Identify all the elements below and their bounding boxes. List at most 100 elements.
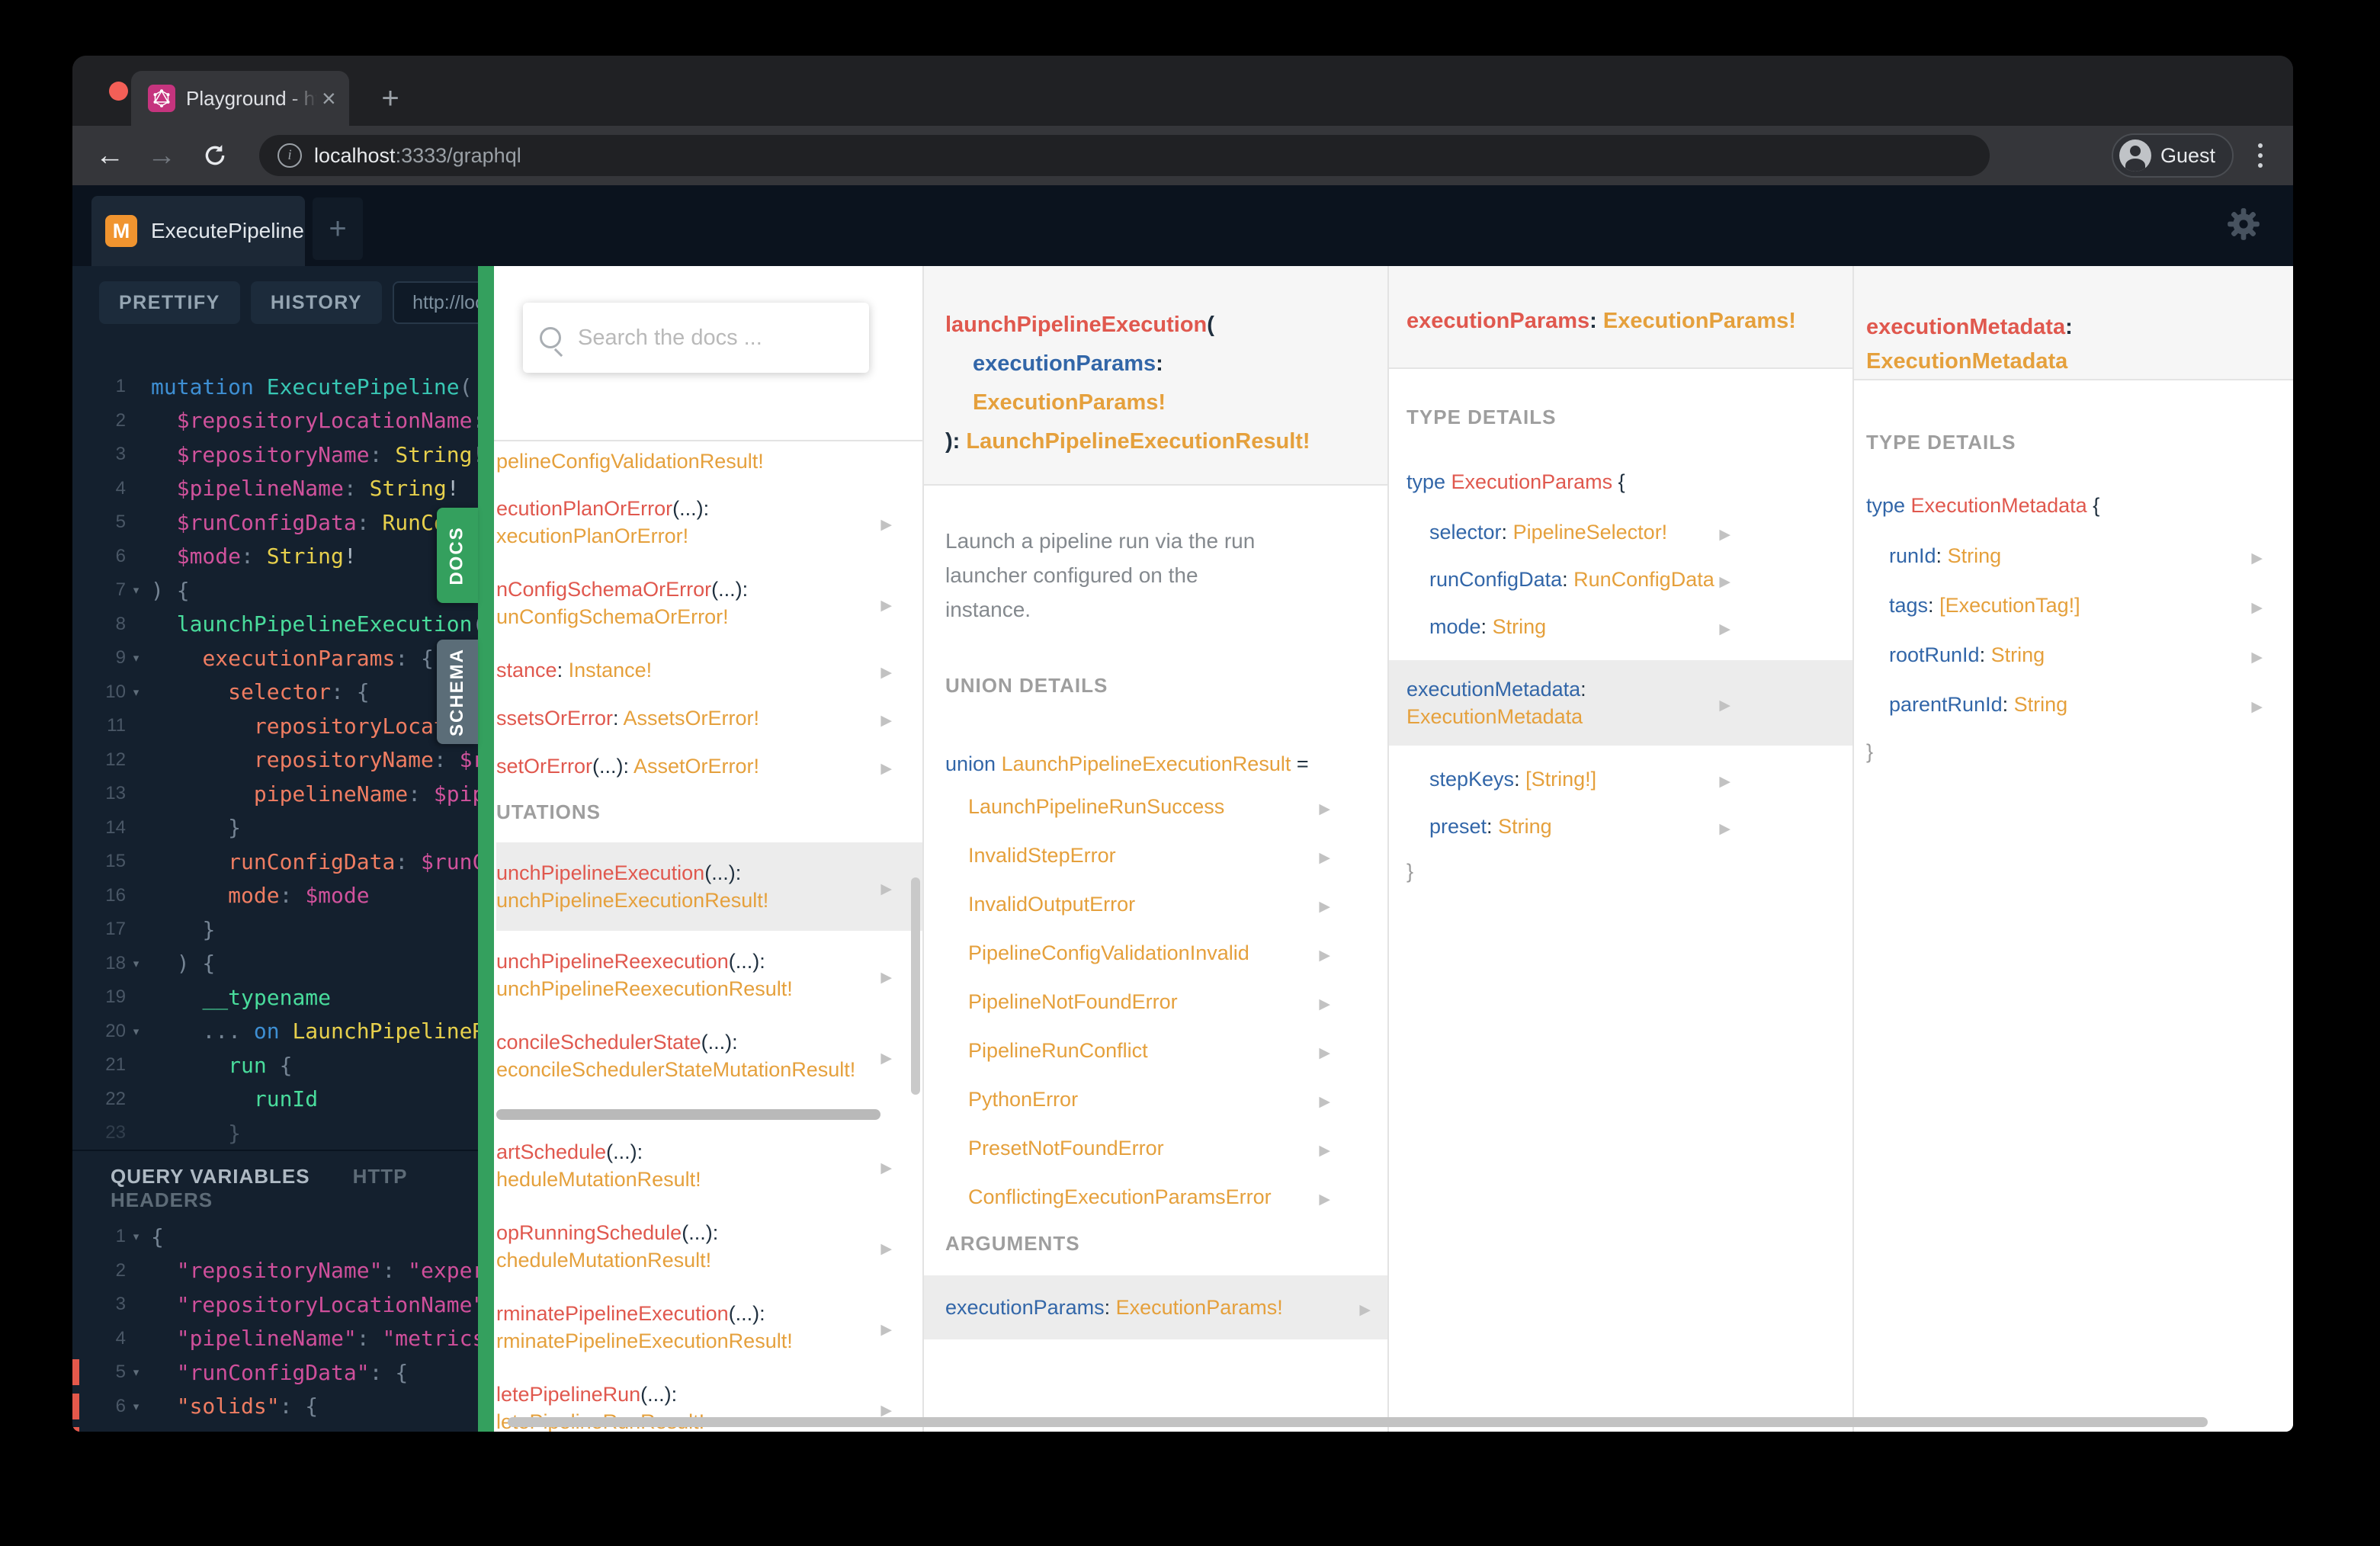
fold-caret-icon[interactable]: ▾ (126, 651, 146, 665)
tab-close-icon[interactable]: × (322, 86, 336, 111)
doc-item[interactable]: unchPipelineReexecution(...): unchPipelin… (496, 948, 922, 1002)
query-variables-tab[interactable]: QUERY VARIABLES (111, 1165, 310, 1188)
code-line[interactable]: 3 "repositoryLocationName": (72, 1288, 478, 1322)
code-line[interactable]: 21 run { (72, 1048, 478, 1083)
chevron-right-icon[interactable]: ▶ (1319, 1137, 1330, 1165)
chevron-right-icon[interactable]: ▶ (1319, 942, 1330, 970)
fold-caret-icon[interactable]: ▾ (126, 1025, 146, 1038)
doc-item[interactable]: PresetNotFoundError ▶ (945, 1134, 1387, 1162)
docs-side-tab[interactable]: DOCS (437, 508, 478, 603)
code-line[interactable]: 7▾ "save_metrics": { (72, 1423, 478, 1432)
fold-caret-icon[interactable]: ▾ (126, 583, 146, 597)
code-line[interactable]: 10 ▾ selector: { (72, 675, 478, 710)
doc-item[interactable]: LaunchPipelineRunSuccess ▶ (945, 793, 1387, 820)
code-line[interactable]: 16 mode: $mode (72, 879, 478, 913)
chevron-right-icon[interactable]: ▶ (880, 876, 892, 903)
history-button[interactable]: HISTORY (250, 281, 383, 324)
chevron-right-icon[interactable]: ▶ (1719, 768, 1730, 796)
doc-item[interactable]: unchPipelineExecution(...): unchPipelineE… (496, 842, 922, 931)
prettify-button[interactable]: PRETTIFY (99, 281, 240, 324)
chevron-right-icon[interactable]: ▶ (1719, 816, 1730, 843)
chevron-right-icon[interactable]: ▶ (1319, 1040, 1330, 1067)
doc-item[interactable]: rootRunId: String ▶ (1866, 641, 2293, 669)
browser-menu-button[interactable] (2249, 140, 2272, 172)
fold-caret-icon[interactable]: ▾ (126, 1365, 146, 1379)
docs-search-input[interactable] (576, 324, 852, 351)
chevron-right-icon[interactable]: ▶ (880, 1236, 892, 1263)
doc-item[interactable]: nConfigSchemaOrError(...): unConfigSchema… (496, 576, 922, 630)
doc-item[interactable]: preset: String ▶ (1407, 813, 1852, 840)
doc-item[interactable]: PipelineRunConflict ▶ (945, 1037, 1387, 1064)
code-line[interactable]: 2 "repositoryName": "exper (72, 1254, 478, 1288)
docs-search-box[interactable] (523, 303, 869, 373)
variables-lines[interactable]: 1 ▾{2 "repositoryName": "exper 3 "reposito… (72, 1220, 478, 1432)
chevron-right-icon[interactable]: ▶ (1319, 1186, 1330, 1214)
playground-new-tab-button[interactable]: + (313, 197, 363, 260)
endpoint-input[interactable]: http://localhost:3333/graphql (393, 281, 478, 324)
code-line[interactable]: 18 ▾ ) { (72, 947, 478, 981)
code-line[interactable]: 11 repositoryLocationName: $repositoryLo… (72, 709, 478, 743)
doc-item[interactable]: ConflictingExecutionParamsError ▶ (945, 1183, 1387, 1211)
doc-item[interactable]: InvalidOutputError ▶ (945, 890, 1387, 918)
doc-item[interactable]: ssetsOrError: AssetsOrError! ▶ (496, 704, 922, 732)
doc-item[interactable]: opRunningSchedule(...): cheduleMutationRe… (496, 1219, 922, 1274)
close-window-button[interactable] (109, 82, 128, 101)
address-bar[interactable]: i localhost:3333/graphql (259, 135, 1990, 176)
chevron-right-icon[interactable]: ▶ (880, 659, 892, 687)
chevron-right-icon[interactable]: ▶ (2251, 644, 2263, 672)
code-line[interactable]: 7 ▾) { (72, 573, 478, 608)
playground-tab-executepipeline[interactable]: M ExecutePipeline × (91, 196, 329, 266)
fold-caret-icon[interactable]: ▾ (126, 1230, 146, 1243)
vertical-scrollbar[interactable] (911, 877, 920, 1095)
doc-item[interactable]: ecutionPlanOrError(...): xecutionPlanOrEr… (496, 495, 922, 550)
code-line[interactable]: 1 ▾ { (72, 1220, 478, 1254)
reload-button[interactable] (196, 136, 234, 175)
doc-item[interactable]: PipelineNotFoundError ▶ (945, 988, 1387, 1015)
doc-item[interactable]: PipelineConfigValidationInvalid ▶ (945, 939, 1387, 967)
doc-item[interactable]: pelineConfigValidationResult! (496, 447, 922, 475)
code-line[interactable]: 23 } (72, 1116, 478, 1150)
code-line[interactable]: 3 $repositoryName: String! (72, 438, 478, 472)
chevron-right-icon[interactable]: ▶ (1319, 1089, 1330, 1116)
code-line[interactable]: 5 $runConfigData: RunConfigData! (72, 505, 478, 540)
doc-item[interactable]: parentRunId: String ▶ (1866, 691, 2293, 718)
chevron-right-icon[interactable]: ▶ (880, 755, 892, 783)
chevron-right-icon[interactable]: ▶ (1319, 845, 1330, 872)
chevron-right-icon[interactable]: ▶ (880, 1045, 892, 1073)
chevron-right-icon[interactable]: ▶ (880, 964, 892, 992)
chevron-right-icon[interactable]: ▶ (2251, 595, 2263, 622)
doc-item[interactable]: runConfigData: RunConfigData ▶ (1407, 566, 1852, 593)
fold-caret-icon[interactable]: ▾ (126, 685, 146, 699)
chevron-right-icon[interactable]: ▶ (880, 1317, 892, 1344)
code-line[interactable]: 22 runId (72, 1083, 478, 1117)
chevron-right-icon[interactable]: ▶ (880, 512, 892, 539)
chevron-right-icon[interactable]: ▶ (1719, 521, 1730, 549)
profile-button[interactable]: Guest (2111, 133, 2234, 178)
code-line[interactable]: 13 pipelineName: $pipelineName (72, 777, 478, 811)
code-line[interactable]: 5 ▾ "runConfigData": { (72, 1355, 478, 1390)
code-line[interactable]: 4 "pipelineName": "metrics (72, 1322, 478, 1356)
doc-item[interactable]: concileSchedulerState(...): econcileSched… (496, 1028, 922, 1083)
query-editor-lines[interactable]: 1 mutation ExecutePipeline(2 $repositoryL… (72, 370, 478, 1150)
doc-item[interactable]: artSchedule(...): heduleMutationResult! ▶ (496, 1138, 922, 1193)
new-tab-button[interactable]: + (366, 74, 415, 123)
doc-item[interactable]: mode: String ▶ (1407, 613, 1852, 640)
code-line[interactable]: 15 runConfigData: $runConfigData (72, 845, 478, 879)
schema-side-tab[interactable]: SCHEMA (437, 640, 478, 744)
doc-item[interactable]: runId: String ▶ (1866, 542, 2293, 569)
chevron-right-icon[interactable]: ▶ (880, 1155, 892, 1182)
code-line[interactable]: 2 $repositoryLocationName: String! (72, 404, 478, 438)
code-line[interactable]: 9 ▾ executionParams: { (72, 641, 478, 675)
code-line[interactable]: 17 } (72, 913, 478, 947)
doc-item[interactable]: setOrError(...): AssetOrError! ▶ (496, 752, 922, 780)
chevron-right-icon[interactable]: ▶ (1719, 616, 1730, 643)
back-button[interactable]: ← (91, 136, 129, 175)
code-line[interactable]: 8 launchPipelineExecution( (72, 608, 478, 642)
fold-caret-icon[interactable]: ▾ (126, 957, 146, 970)
doc-item[interactable]: tags: [ExecutionTag!] ▶ (1866, 592, 2293, 619)
chevron-right-icon[interactable]: ▶ (1319, 991, 1330, 1018)
doc-item[interactable]: stance: Instance! ▶ (496, 656, 922, 684)
doc-item[interactable]: InvalidStepError ▶ (945, 842, 1387, 869)
forward-button[interactable]: → (143, 136, 181, 175)
doc-item[interactable]: selector: PipelineSelector! ▶ (1407, 518, 1852, 546)
